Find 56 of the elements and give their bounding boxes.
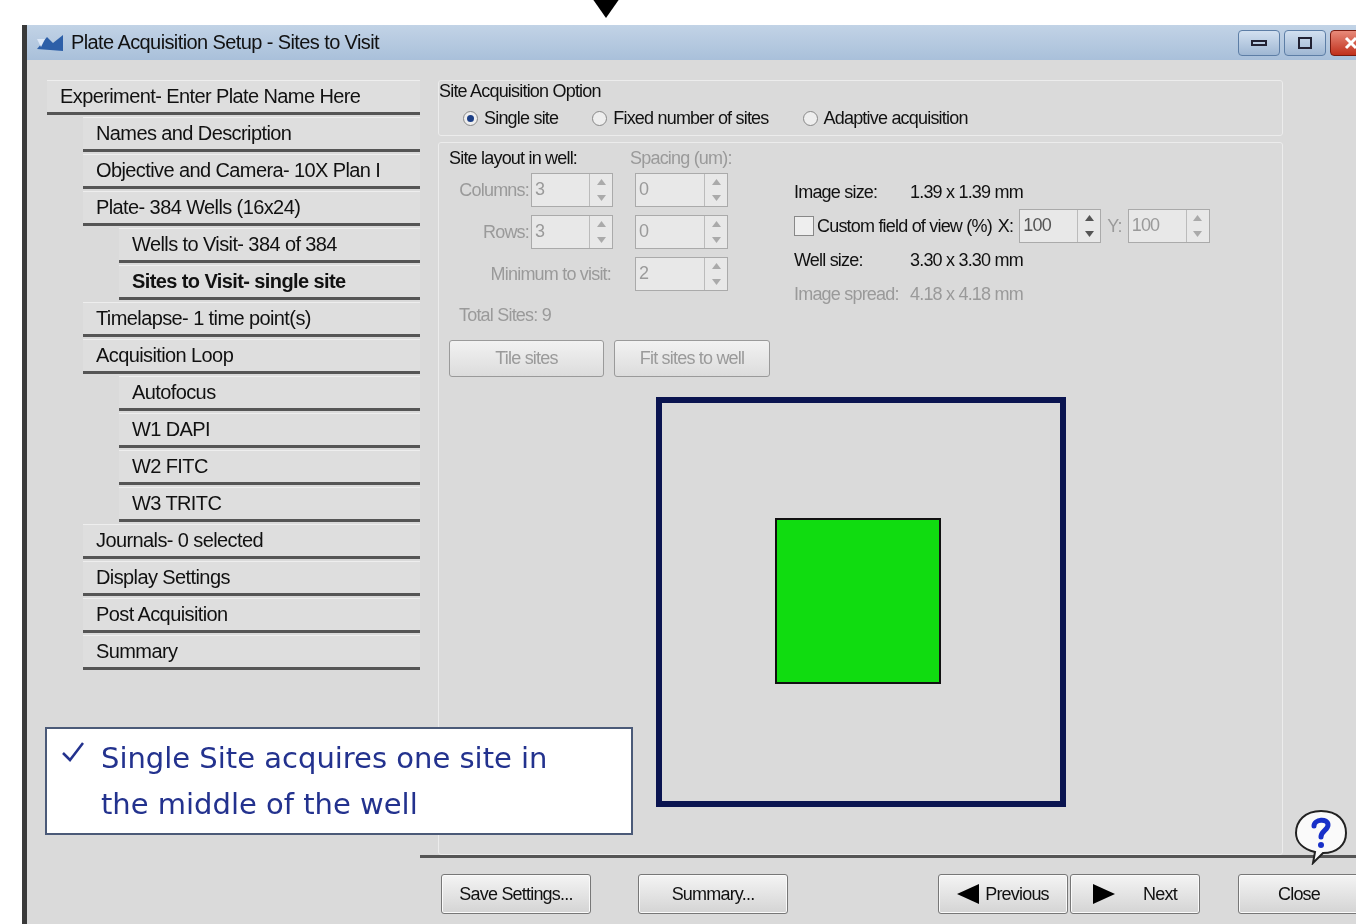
nav-item[interactable]: Objective and Camera- 10X Plan I (83, 154, 420, 189)
help-icon[interactable] (1293, 807, 1349, 865)
field-label: Rows: (482, 221, 530, 243)
spacing-label: Spacing (um): (630, 147, 732, 169)
nav-item[interactable]: W3 TRITC (119, 487, 420, 522)
nav-item[interactable]: W1 DAPI (119, 413, 420, 448)
info-value: 1.39 x 1.39 mm (910, 181, 1023, 203)
window-title: Plate Acquisition Setup - Sites to Visit (71, 31, 380, 54)
right-triangle-icon (1093, 884, 1116, 904)
checkbox-label: Custom field of view (%) (817, 215, 992, 237)
minimize-icon (1251, 39, 1267, 46)
nav-item[interactable]: Sites to Visit- single site (119, 265, 420, 300)
nav-item[interactable]: Plate- 384 Wells (16x24) (83, 191, 420, 226)
maximize-icon (1298, 36, 1312, 49)
info-value: 4.18 x 4.18 mm (910, 283, 1023, 305)
radio-option[interactable]: Fixed number of sites (592, 108, 769, 129)
maximize-button[interactable] (1284, 29, 1326, 56)
field-label: Columns: (458, 179, 530, 201)
nav-item[interactable]: Autofocus (119, 376, 420, 411)
info-label: Well size: (794, 249, 864, 271)
group-title: Site Acquisition Option (439, 81, 602, 102)
field-label: X: (997, 215, 1014, 237)
radio-option[interactable]: Single site (463, 108, 559, 129)
nav-item[interactable]: Display Settings (83, 561, 420, 596)
checkbox[interactable] (794, 216, 814, 236)
nav-item[interactable]: Wells to Visit- 384 of 384 (119, 228, 420, 263)
callout-text: Single Site acquires one site in the middle of the well (101, 740, 549, 823)
dialog-button[interactable]: Summary... (638, 874, 788, 914)
nav-item[interactable]: W2 FITC (119, 450, 420, 485)
nav-item[interactable]: Journals- 0 selected (83, 524, 420, 559)
x-field[interactable]: 100 (1019, 209, 1102, 243)
down-arrow-icon[interactable] (1084, 231, 1094, 237)
group-title: Site layout in well: (449, 147, 579, 169)
total-sites: Total Sites: 9 (459, 305, 552, 326)
close-icon (1344, 35, 1356, 50)
left-triangle-icon (957, 884, 980, 904)
info-label: Image size: (794, 181, 879, 203)
field-label: Y: (1107, 215, 1122, 237)
next-button[interactable]: Next (1070, 874, 1200, 914)
up-arrow-icon[interactable] (1084, 215, 1094, 221)
radio-option[interactable]: Adaptive acquisition (802, 108, 968, 129)
info-label: Image spread: (794, 283, 900, 305)
check-icon (61, 741, 85, 763)
app-icon (35, 32, 65, 53)
minimize-button[interactable] (1238, 29, 1280, 56)
field-label: Minimum to visit: (489, 263, 612, 285)
nav-item[interactable]: Acquisition Loop (83, 339, 420, 374)
nav-item[interactable]: Names and Description (83, 117, 420, 152)
nav-item[interactable]: Post Acquisition (83, 598, 420, 633)
nav-item[interactable]: Timelapse- 1 time point(s) (83, 302, 420, 337)
dialog-button[interactable]: Close (1238, 874, 1356, 914)
dialog-button[interactable]: Save Settings... (441, 874, 591, 914)
nav-item[interactable]: Summary (83, 635, 420, 670)
info-value: 3.30 x 3.30 mm (910, 249, 1023, 271)
previous-button[interactable]: Previous (938, 874, 1068, 914)
nav-item[interactable]: Experiment- Enter Plate Name Here (47, 80, 420, 115)
